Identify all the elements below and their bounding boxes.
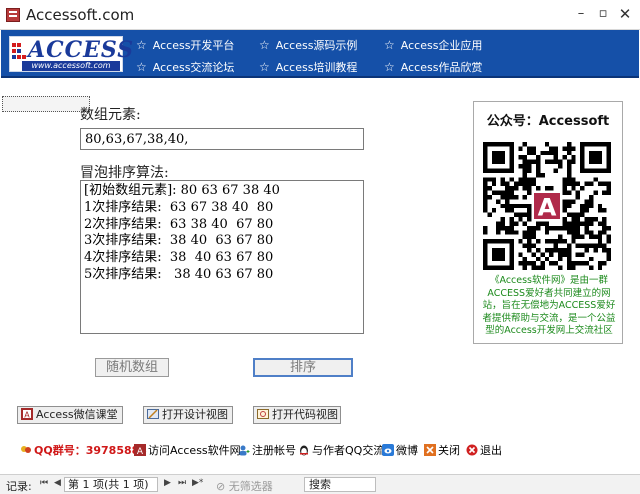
result-line: 2次排序结果: 63 38 40 67 80 xyxy=(84,216,274,232)
visit-site-link[interactable]: A 访问Access软件网 xyxy=(134,442,241,458)
qq-group-icon xyxy=(21,446,31,453)
window-title: Accessoft.com xyxy=(26,6,135,24)
array-input[interactable]: 80,63,67,38,40, xyxy=(80,128,364,150)
logo-text: ACCESS xyxy=(28,37,135,63)
result-line: 1次排序结果: 63 67 38 40 80 xyxy=(84,199,274,215)
qr-title: 公众号：Accessoft xyxy=(486,114,610,129)
access-app-icon: A xyxy=(21,408,33,420)
close-button[interactable]: ✕ xyxy=(614,4,636,24)
random-array-button[interactable]: 随机数组 xyxy=(95,358,169,377)
weibo-icon xyxy=(382,444,394,456)
star-icon: ☆ xyxy=(259,38,270,52)
maximize-button[interactable]: ▫ xyxy=(592,4,614,24)
app-icon xyxy=(6,8,20,22)
header-banner: ACCESS www.accessoft.com ☆ Access开发平台 ☆ Ac… xyxy=(1,30,639,78)
close-icon xyxy=(424,444,436,456)
record-selector-box[interactable] xyxy=(2,96,90,112)
wechat-class-button[interactable]: A Access微信课堂 xyxy=(17,406,123,424)
result-line: 4次排序结果: 38 40 63 67 80 xyxy=(84,250,274,266)
nav-enterprise[interactable]: ☆ Access企业应用 xyxy=(384,37,482,53)
prev-record-icon[interactable]: ◀ xyxy=(54,478,61,488)
result-line: 3次排序结果: 38 40 63 67 80 xyxy=(84,233,274,249)
sort-result-textbox[interactable]: [初始数组元素]: 80 63 67 38 40 1次排序结果: 63 67 38… xyxy=(80,180,364,334)
weibo-link[interactable]: 微博 xyxy=(382,442,418,458)
search-input[interactable]: 搜索 xyxy=(304,477,376,492)
star-icon: ☆ xyxy=(259,60,270,74)
no-filter-icon: ⊘ xyxy=(216,480,229,493)
record-navigation-bar: 记录: ⏮ ◀ 第 1 项(共 1 项) ▶ ⏭ ▶* ⊘ 无筛选器 搜索 xyxy=(0,474,640,494)
next-record-icon[interactable]: ▶ xyxy=(164,478,171,488)
access-icon: A xyxy=(134,444,146,456)
user-add-icon xyxy=(239,445,250,456)
contact-author-link[interactable]: 与作者QQ交流 xyxy=(298,442,384,458)
svg-text:A: A xyxy=(538,192,557,221)
close-link[interactable]: 关闭 xyxy=(424,442,460,458)
nav-training[interactable]: ☆ Access培训教程 xyxy=(259,59,357,75)
svg-text:A: A xyxy=(24,411,30,420)
nav-showcase[interactable]: ☆ Access作品欣赏 xyxy=(384,59,482,75)
code-view-icon xyxy=(257,409,269,419)
exit-icon xyxy=(466,444,478,456)
open-code-view-button[interactable]: 打开代码视图 xyxy=(253,406,341,424)
logo-url: www.accessoft.com xyxy=(22,61,120,71)
qr-code-icon: A xyxy=(483,142,611,270)
star-icon: ☆ xyxy=(384,38,395,52)
star-icon: ☆ xyxy=(136,60,147,74)
qr-panel: 公众号：Accessoft A 《Access软件网》是由一群ACCESS爱好者… xyxy=(473,101,623,344)
nav-dev-platform[interactable]: ☆ Access开发平台 xyxy=(136,37,234,53)
nav-source-examples[interactable]: ☆ Access源码示例 xyxy=(259,37,357,53)
result-line: 5次排序结果: 38 40 63 67 80 xyxy=(84,266,274,282)
minimize-button[interactable]: – xyxy=(570,4,592,24)
first-record-icon[interactable]: ⏮ xyxy=(40,478,48,488)
sort-button[interactable]: 排序 xyxy=(253,358,353,377)
design-view-icon xyxy=(147,409,159,419)
exit-link[interactable]: 退出 xyxy=(466,442,502,458)
access-logo[interactable]: ACCESS www.accessoft.com xyxy=(9,36,133,72)
svg-text:A: A xyxy=(137,447,144,456)
last-record-icon[interactable]: ⏭ xyxy=(178,478,186,488)
qq-penguin-icon xyxy=(300,445,308,456)
algorithm-label: 冒泡排序算法: xyxy=(80,165,169,181)
record-label: 记录: xyxy=(6,480,32,493)
result-line: [初始数组元素]: 80 63 67 38 40 xyxy=(84,183,280,198)
new-record-icon[interactable]: ▶* xyxy=(192,478,203,488)
record-number-field[interactable]: 第 1 项(共 1 项) xyxy=(64,477,158,492)
array-label: 数组元素: xyxy=(80,107,141,123)
qr-description: 《Access软件网》是由一群ACCESS爱好者共同建立的网站，旨在无偿地为AC… xyxy=(482,275,616,337)
star-icon: ☆ xyxy=(384,60,395,74)
star-icon: ☆ xyxy=(136,38,147,52)
nav-forum[interactable]: ☆ Access交流论坛 xyxy=(136,59,234,75)
qq-group-link[interactable]: QQ群号：39785885 xyxy=(20,442,147,458)
filter-status[interactable]: ⊘ 无筛选器 xyxy=(216,478,273,494)
register-link[interactable]: 注册帐号 xyxy=(238,442,296,458)
open-design-view-button[interactable]: 打开设计视图 xyxy=(143,406,233,424)
title-bar: Accessoft.com – ▫ ✕ xyxy=(0,0,640,30)
